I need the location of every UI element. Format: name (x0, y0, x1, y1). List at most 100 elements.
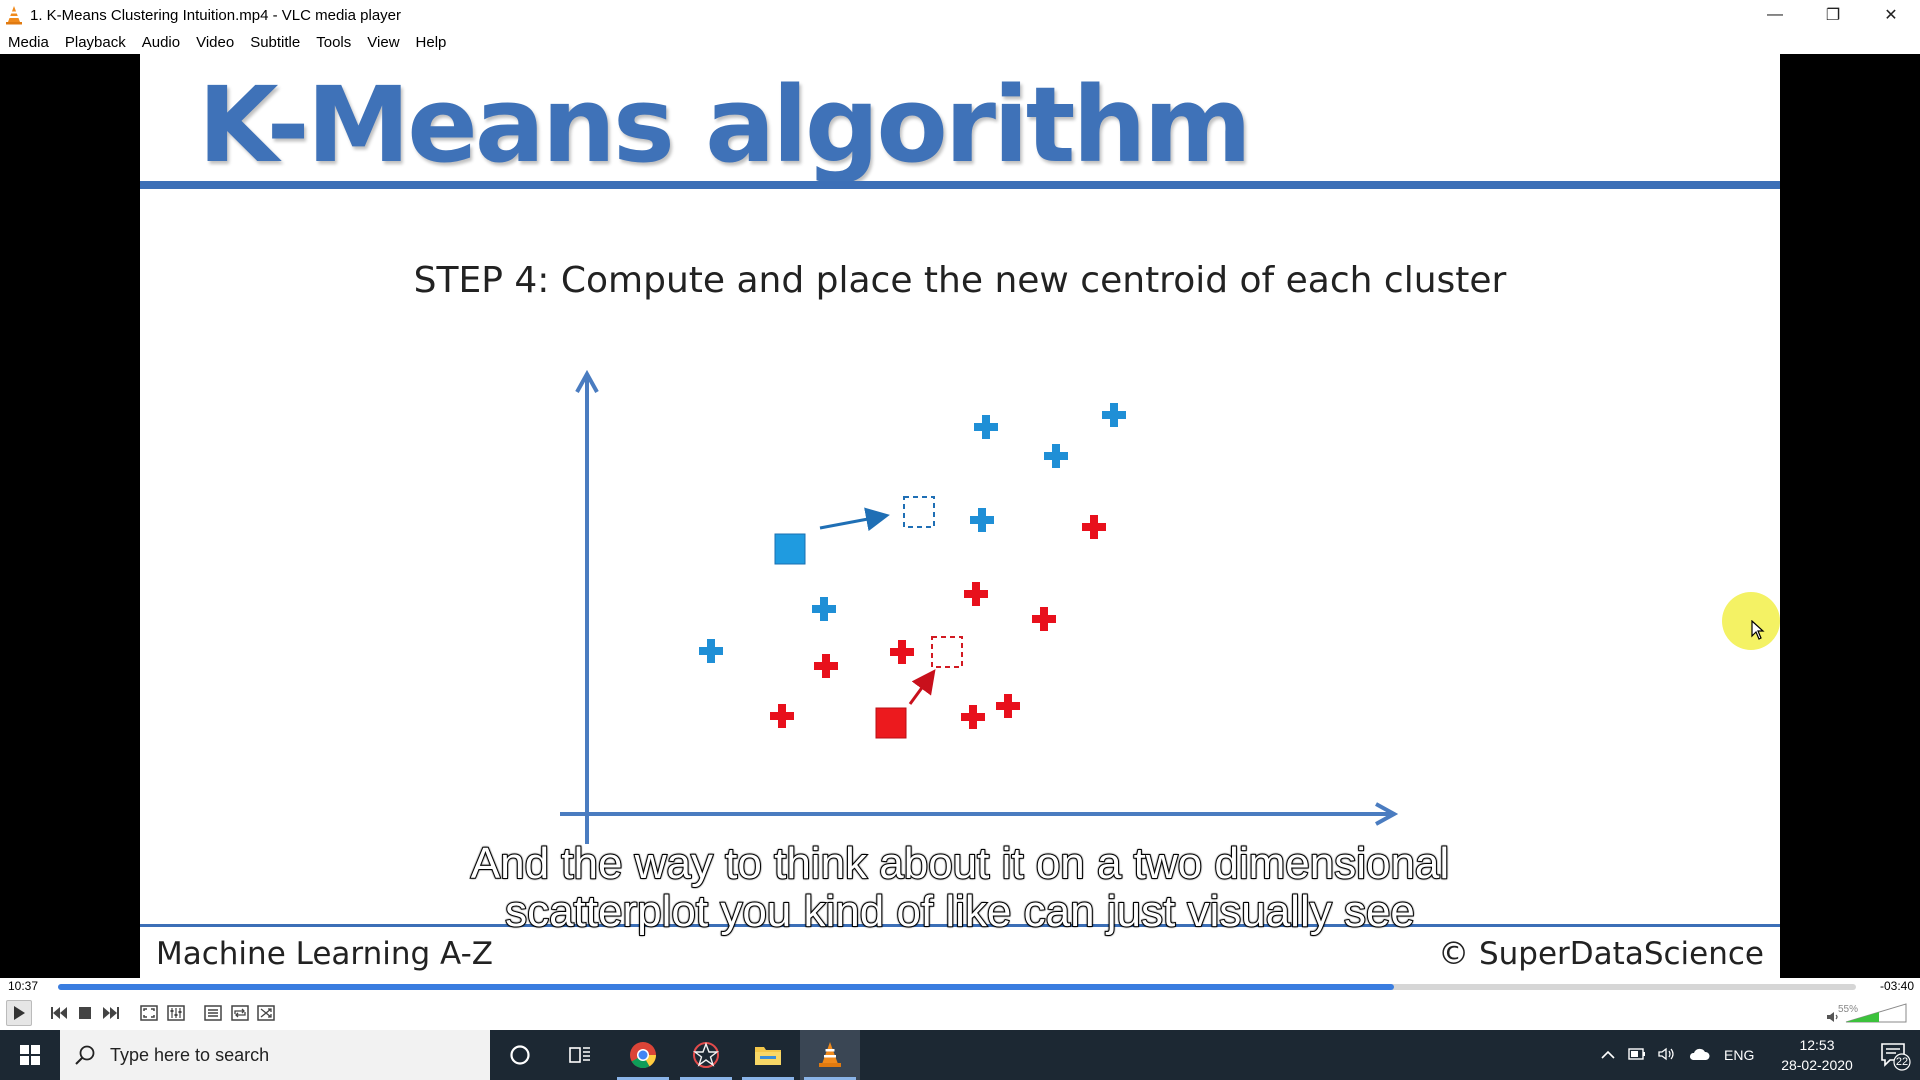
play-icon (14, 1006, 25, 1020)
chrome-icon (630, 1042, 657, 1069)
close-button[interactable]: ✕ (1862, 0, 1920, 30)
window-title: 1. K-Means Clustering Intuition.mp4 - VL… (30, 6, 402, 24)
menu-video[interactable]: Video (196, 34, 234, 51)
start-button[interactable] (0, 1030, 60, 1080)
system-tray: ENG (1600, 1030, 1754, 1080)
menu-audio[interactable]: Audio (142, 34, 180, 51)
previous-button[interactable] (47, 1002, 71, 1024)
menu-subtitle[interactable]: Subtitle (250, 34, 300, 51)
footer-copyright: © SuperDataScience (1438, 936, 1764, 972)
play-button[interactable] (6, 1000, 32, 1026)
video-area[interactable]: K-Means algorithm STEP 4: Compute and pl… (0, 54, 1920, 978)
red-point (996, 694, 1020, 718)
playback-controls: 55% (0, 996, 1920, 1030)
elapsed-time: 10:37 (8, 979, 39, 993)
blue-centroid-arrow (819, 507, 890, 532)
fullscreen-button[interactable] (137, 1002, 161, 1024)
blue-point (812, 597, 836, 621)
taskbar-app-web[interactable] (676, 1030, 736, 1080)
shuffle-button[interactable] (254, 1002, 278, 1024)
menu-tools[interactable]: Tools (316, 34, 351, 51)
taskbar-chrome[interactable] (613, 1030, 673, 1080)
mouse-pointer-icon (1751, 620, 1765, 640)
blue-point (699, 639, 723, 663)
vlc-window: 1. K-Means Clustering Intuition.mp4 - VL… (0, 0, 1920, 1080)
stop-button[interactable] (73, 1002, 97, 1024)
red-point (961, 705, 985, 729)
cortana-circle-icon (510, 1045, 530, 1065)
playlist-icon (204, 1005, 222, 1021)
show-hidden-icons-icon[interactable] (1600, 1047, 1616, 1063)
folder-icon (755, 1047, 781, 1065)
restore-icon: ❐ (1825, 7, 1841, 24)
vlc-cone-icon (6, 6, 22, 25)
taskbar-file-explorer[interactable] (738, 1030, 798, 1080)
red-point (890, 640, 914, 664)
input-language[interactable]: ENG (1724, 1047, 1754, 1063)
extended-settings-button[interactable] (164, 1002, 188, 1024)
skip-previous-icon (51, 1007, 67, 1019)
loop-button[interactable] (228, 1002, 252, 1024)
battery-icon[interactable] (1628, 1047, 1646, 1063)
menu-bar: Media Playback Audio Video Subtitle Tool… (0, 30, 1920, 54)
seek-bar[interactable] (58, 984, 1856, 990)
red-point (1082, 515, 1106, 539)
menu-help[interactable]: Help (416, 34, 447, 51)
notification-count: 22 (1895, 1056, 1909, 1068)
windows-taskbar: Type here to search ENG 12:53 28-02-2020… (0, 1030, 1920, 1080)
volume-slider[interactable]: 55% (1826, 1000, 1910, 1026)
red-point (964, 582, 988, 606)
blue-point (1044, 444, 1068, 468)
seek-row: 10:37 -03:40 (0, 978, 1920, 996)
search-icon (75, 1045, 95, 1065)
taskbar-clock[interactable]: 12:53 28-02-2020 (1772, 1035, 1862, 1075)
subtitle-text: And the way to think about it on a two d… (0, 839, 1920, 937)
action-center-button[interactable]: 22 (1876, 1038, 1912, 1072)
red-centroid-arrow (908, 669, 936, 705)
red-new-centroid (931, 636, 963, 668)
footer-course-name: Machine Learning A-Z (156, 936, 494, 972)
clock-time: 12:53 (1799, 1037, 1835, 1053)
remaining-time[interactable]: -03:40 (1880, 979, 1914, 993)
network-star-icon (692, 1042, 720, 1068)
search-placeholder: Type here to search (110, 1044, 270, 1065)
restore-button[interactable]: ❐ (1804, 0, 1862, 30)
blue-point (970, 508, 994, 532)
loop-icon (231, 1005, 249, 1021)
taskbar-vlc[interactable] (800, 1030, 860, 1080)
blue-old-centroid (774, 533, 806, 565)
close-icon: ✕ (1884, 7, 1898, 24)
taskbar-search[interactable]: Type here to search (60, 1030, 490, 1080)
clock-date: 28-02-2020 (1781, 1057, 1853, 1073)
fullscreen-icon (140, 1005, 158, 1021)
blue-point (974, 415, 998, 439)
menu-view[interactable]: View (367, 34, 399, 51)
red-point (1032, 607, 1056, 631)
next-button[interactable] (99, 1002, 123, 1024)
menu-media[interactable]: Media (8, 34, 49, 51)
volume-tray-icon[interactable] (1658, 1047, 1676, 1064)
title-bar: 1. K-Means Clustering Intuition.mp4 - VL… (0, 0, 1920, 30)
minimize-button[interactable]: — (1746, 0, 1804, 30)
onedrive-cloud-icon[interactable] (1688, 1047, 1710, 1064)
skip-next-icon (103, 1007, 119, 1019)
task-view-icon (569, 1047, 590, 1063)
minimize-icon: — (1767, 6, 1783, 23)
seek-progress (58, 984, 1394, 990)
stop-icon (79, 1007, 91, 1019)
red-point (814, 654, 838, 678)
shuffle-icon (257, 1005, 275, 1021)
equalizer-icon (167, 1005, 185, 1021)
volume-percent: 55% (1837, 1004, 1858, 1015)
vlc-cone-icon (819, 1042, 841, 1067)
subtitle-line-2: scatterplot you kind of like can just vi… (504, 887, 1416, 937)
subtitle-line-1: And the way to think about it on a two d… (470, 839, 1450, 889)
playlist-button[interactable] (201, 1002, 225, 1024)
task-view-button[interactable] (550, 1030, 610, 1080)
window-controls: — ❐ ✕ (1746, 0, 1920, 30)
cortana-button[interactable] (490, 1030, 550, 1080)
blue-point (1102, 403, 1126, 427)
red-point (770, 704, 794, 728)
menu-playback[interactable]: Playback (65, 34, 126, 51)
windows-logo-icon (20, 1045, 40, 1065)
